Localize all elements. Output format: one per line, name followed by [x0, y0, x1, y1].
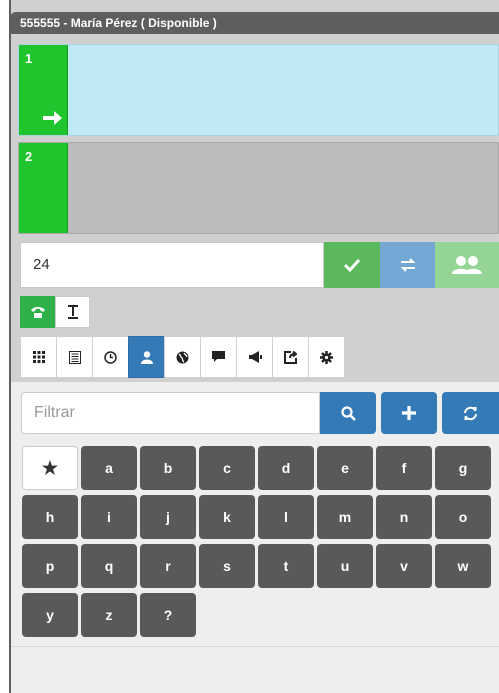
- dialpad-icon: [32, 351, 45, 363]
- tool-tabs: [20, 336, 345, 378]
- letter-key-s[interactable]: s: [199, 544, 255, 588]
- contact-icon: [140, 350, 153, 364]
- letter-key-e[interactable]: e: [317, 446, 373, 490]
- letter-key-y[interactable]: y: [22, 593, 78, 637]
- call-line-1[interactable]: 1: [18, 44, 499, 136]
- accept-call-button[interactable]: [324, 242, 380, 288]
- clock-icon: [104, 350, 117, 364]
- phone-mode-button[interactable]: [20, 296, 55, 328]
- favorites-key[interactable]: ★: [22, 446, 78, 490]
- arrow-right-icon: [43, 111, 62, 125]
- tab-share[interactable]: [272, 336, 309, 378]
- search-button[interactable]: [320, 392, 376, 434]
- refresh-button[interactable]: [442, 392, 499, 434]
- contact-filter-input[interactable]: Filtrar: [21, 392, 320, 434]
- text-icon: [67, 305, 78, 319]
- letter-key-v[interactable]: v: [376, 544, 432, 588]
- gear-icon: [320, 350, 333, 364]
- add-contact-button[interactable]: [381, 392, 437, 434]
- search-icon: [340, 405, 356, 421]
- transfer-icon: [400, 258, 415, 272]
- tab-history[interactable]: [92, 336, 129, 378]
- letter-key-n[interactable]: n: [376, 495, 432, 539]
- conference-button[interactable]: [435, 242, 499, 288]
- call-line-2[interactable]: 2: [18, 142, 499, 234]
- letter-key-q[interactable]: q: [81, 544, 137, 588]
- letter-key-b[interactable]: b: [140, 446, 196, 490]
- letter-key-f[interactable]: f: [376, 446, 432, 490]
- letter-key-a[interactable]: a: [81, 446, 137, 490]
- letter-key-o[interactable]: o: [435, 495, 491, 539]
- tab-list[interactable]: [56, 336, 93, 378]
- share-icon: [284, 350, 297, 364]
- letter-key-u[interactable]: u: [317, 544, 373, 588]
- letter-key-g[interactable]: g: [435, 446, 491, 490]
- letter-key-j[interactable]: j: [140, 495, 196, 539]
- group-icon: [452, 256, 482, 274]
- letter-key-t[interactable]: t: [258, 544, 314, 588]
- letter-key-w[interactable]: w: [435, 544, 491, 588]
- letter-key-d[interactable]: d: [258, 446, 314, 490]
- divider: [11, 646, 499, 647]
- tab-dialpad[interactable]: [20, 336, 57, 378]
- transfer-button[interactable]: [380, 242, 435, 288]
- plus-icon: [402, 406, 416, 420]
- text-mode-button[interactable]: [55, 296, 90, 328]
- letter-key-c[interactable]: c: [199, 446, 255, 490]
- letter-key-m[interactable]: m: [317, 495, 373, 539]
- tab-settings[interactable]: [308, 336, 345, 378]
- line-1-indicator[interactable]: 1: [19, 45, 68, 135]
- megaphone-icon: [248, 351, 262, 363]
- letter-key-r[interactable]: r: [140, 544, 196, 588]
- list-icon: [68, 350, 81, 364]
- tab-chat[interactable]: [200, 336, 237, 378]
- letter-key-k[interactable]: k: [199, 495, 255, 539]
- chat-icon: [212, 351, 225, 362]
- agent-status-bar: 555555 - María Pérez ( Disponible ): [10, 12, 499, 34]
- letter-key-other[interactable]: ?: [140, 593, 196, 637]
- tab-contacts[interactable]: [128, 336, 165, 378]
- letter-key-h[interactable]: h: [22, 495, 78, 539]
- line-2-indicator[interactable]: 2: [19, 143, 68, 233]
- tab-broadcast[interactable]: [236, 336, 273, 378]
- agent-status-text: 555555 - María Pérez ( Disponible ): [20, 16, 217, 30]
- letter-key-z[interactable]: z: [81, 593, 137, 637]
- letter-key-l[interactable]: l: [258, 495, 314, 539]
- phone-icon: [30, 307, 45, 318]
- check-icon: [344, 258, 360, 272]
- line-1-number: 1: [25, 51, 33, 66]
- globe-icon: [176, 351, 189, 363]
- dial-number-input[interactable]: 24: [20, 242, 324, 288]
- line-2-number: 2: [25, 149, 33, 164]
- letter-key-p[interactable]: p: [22, 544, 78, 588]
- tab-web[interactable]: [164, 336, 201, 378]
- letter-key-i[interactable]: i: [81, 495, 137, 539]
- refresh-icon: [464, 406, 477, 420]
